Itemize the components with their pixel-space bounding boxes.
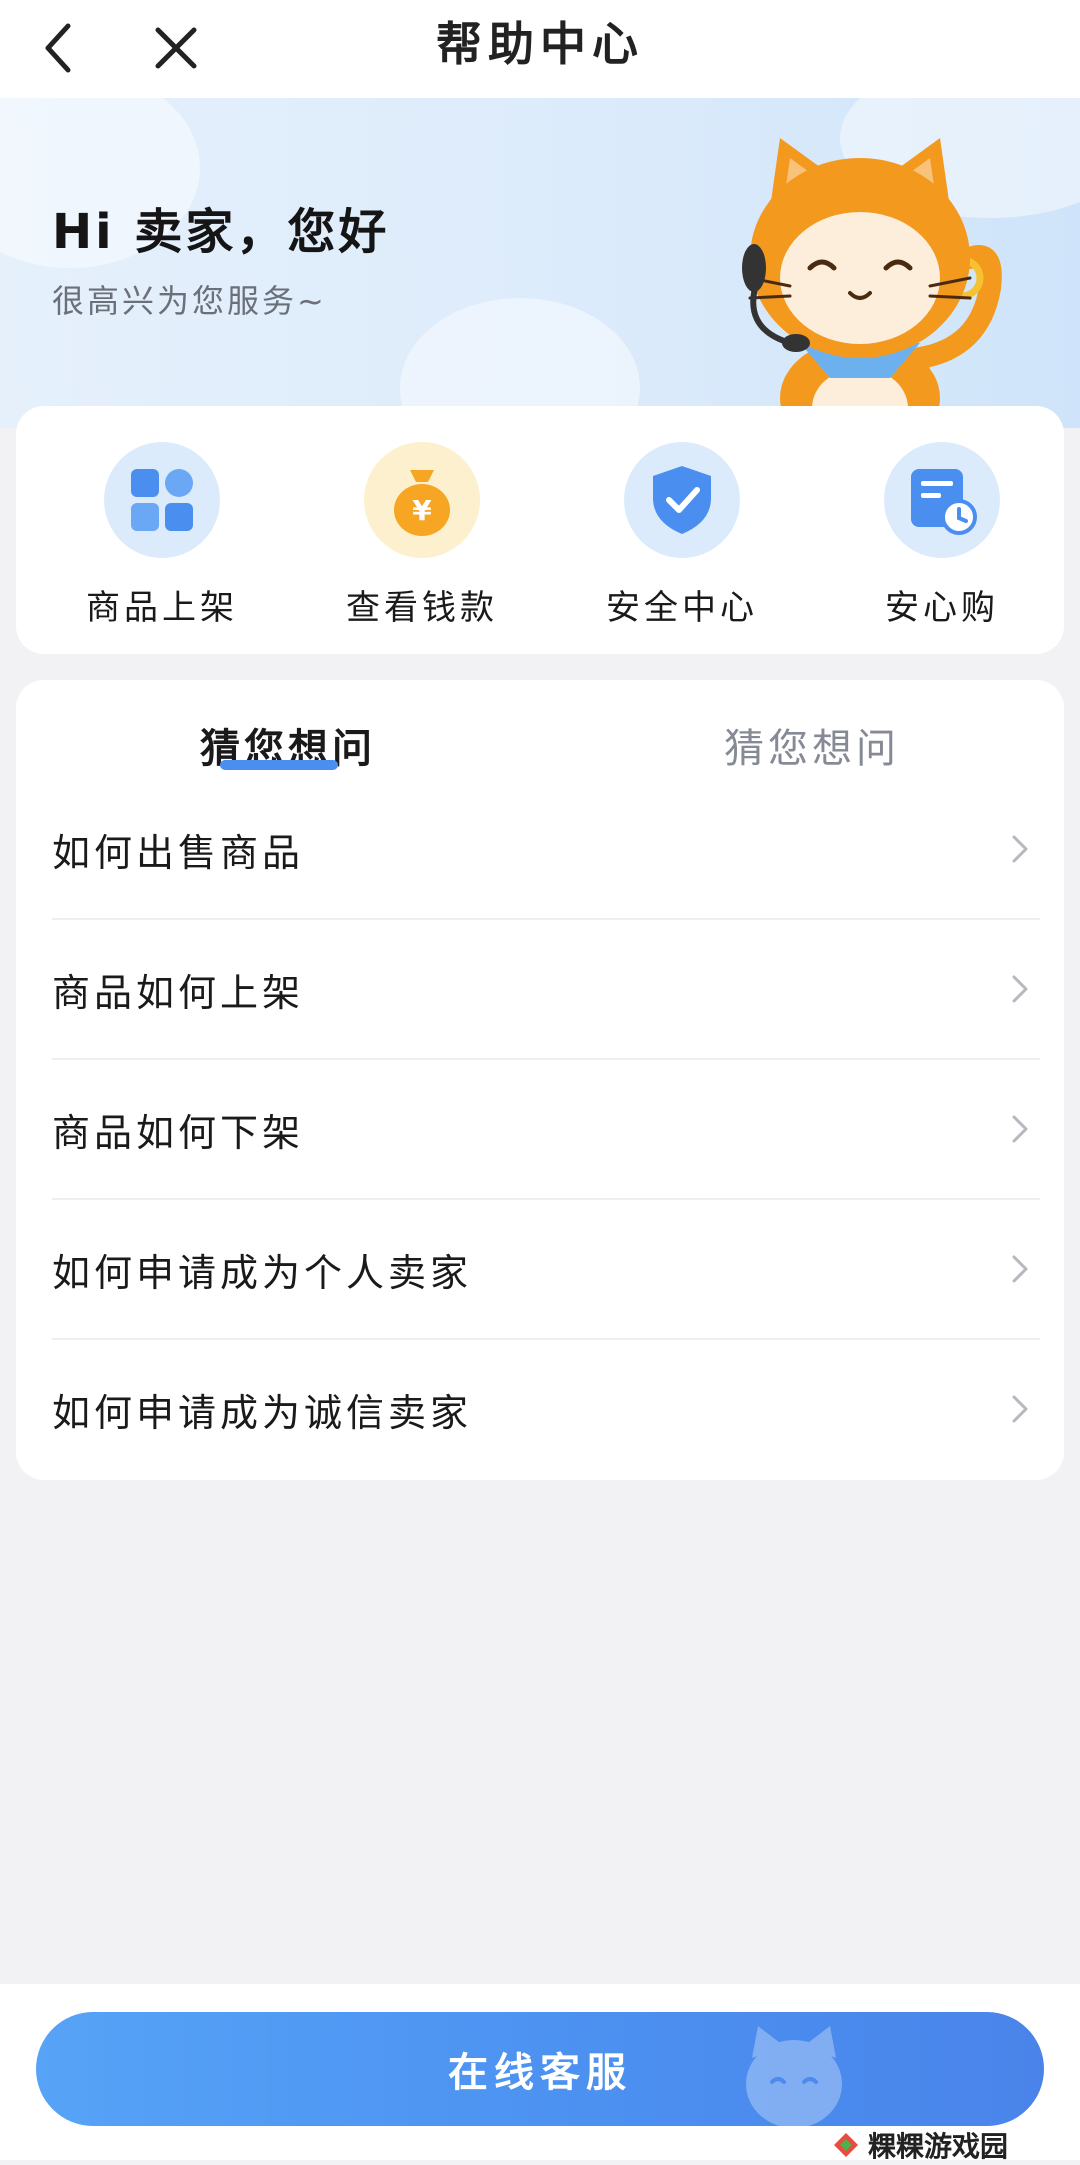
quick-entry-safe-purchase[interactable]: 安心购 bbox=[832, 442, 1052, 629]
money-bag-icon: ¥ bbox=[364, 442, 480, 558]
grid-apps-icon bbox=[104, 442, 220, 558]
faq-list: 如何出售商品 商品如何上架 商品如何下架 如何申请成为个人卖家 如何申请成为诚信… bbox=[52, 780, 1040, 1478]
quick-entry-label: 商品上架 bbox=[86, 588, 238, 628]
faq-item-text: 商品如何上架 bbox=[52, 970, 305, 1015]
shield-check-icon bbox=[624, 442, 740, 558]
faq-item[interactable]: 商品如何下架 bbox=[52, 1060, 1040, 1200]
greeting-title: Hi 卖家，您好 bbox=[52, 204, 390, 260]
chevron-right-icon bbox=[1012, 1395, 1028, 1423]
quick-entry-security-center[interactable]: 安全中心 bbox=[572, 442, 792, 629]
faq-item-text: 如何出售商品 bbox=[52, 830, 305, 875]
cat-mascot-icon bbox=[742, 138, 1002, 428]
chevron-right-icon bbox=[1012, 1115, 1028, 1143]
quick-entry-card: 商品上架 ¥ 查看钱款 安全中心 安心购 bbox=[16, 406, 1064, 654]
faq-item-text: 如何申请成为诚信卖家 bbox=[52, 1390, 473, 1435]
greeting-subtitle: 很高兴为您服务~ bbox=[52, 282, 327, 320]
faq-item[interactable]: 如何申请成为个人卖家 bbox=[52, 1200, 1040, 1340]
faq-item[interactable]: 商品如何上架 bbox=[52, 920, 1040, 1060]
tab-guess-questions-2[interactable]: 猜您想问 bbox=[724, 716, 900, 774]
faq-item-text: 商品如何下架 bbox=[52, 1110, 305, 1155]
logo-icon bbox=[834, 2133, 858, 2157]
quick-entry-view-funds[interactable]: ¥ 查看钱款 bbox=[312, 442, 532, 629]
chevron-right-icon bbox=[1012, 1255, 1028, 1283]
online-service-label: 在线客服 bbox=[448, 2050, 632, 2096]
top-bar: 帮助中心 bbox=[0, 0, 1080, 98]
quick-entry-list-goods[interactable]: 商品上架 bbox=[52, 442, 272, 629]
hero-banner: Hi 卖家，您好 很高兴为您服务~ bbox=[0, 98, 1080, 428]
watermark: 粿粿游戏园 bbox=[824, 2130, 1080, 2163]
faq-card: 猜您想问 猜您想问 如何出售商品 商品如何上架 商品如何下架 如何申请成为个人卖… bbox=[16, 680, 1064, 1480]
quick-entry-label: 查看钱款 bbox=[346, 588, 498, 628]
page-title: 帮助中心 bbox=[436, 17, 644, 71]
svg-text:¥: ¥ bbox=[412, 494, 432, 527]
faq-item-text: 如何申请成为个人卖家 bbox=[52, 1250, 473, 1295]
quick-entry-label: 安全中心 bbox=[606, 588, 758, 628]
active-tab-indicator bbox=[220, 760, 338, 770]
watermark-text: 粿粿游戏园 bbox=[868, 2130, 1009, 2163]
quick-entry-label: 安心购 bbox=[885, 588, 999, 628]
online-service-button[interactable]: 在线客服 bbox=[36, 2012, 1044, 2126]
chevron-right-icon bbox=[1012, 975, 1028, 1003]
faq-item[interactable]: 如何申请成为诚信卖家 bbox=[52, 1340, 1040, 1478]
faq-item[interactable]: 如何出售商品 bbox=[52, 780, 1040, 920]
cat-face-icon bbox=[746, 2026, 842, 2126]
calendar-clock-icon bbox=[884, 442, 1000, 558]
chevron-right-icon bbox=[1012, 835, 1028, 863]
